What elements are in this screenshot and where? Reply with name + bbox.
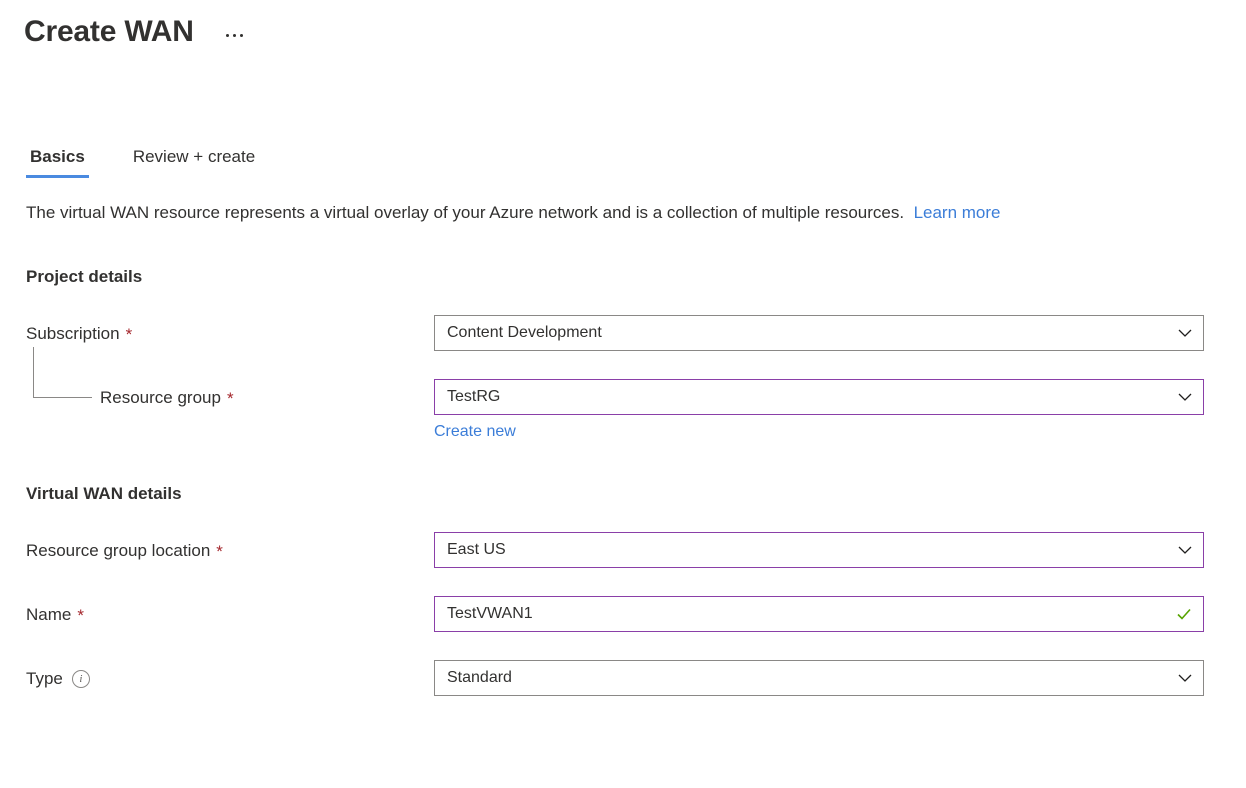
resource-group-location-row: Resource group location * East US [26, 532, 1246, 568]
resource-group-label: Resource group * [26, 379, 434, 409]
resource-group-location-value: East US [447, 541, 506, 558]
info-icon[interactable]: i [71, 670, 90, 688]
subscription-label-text: Subscription [26, 324, 120, 343]
ellipsis-dot [225, 33, 229, 37]
type-value: Standard [447, 669, 512, 686]
subscription-label: Subscription * [26, 315, 434, 345]
resource-group-location-label: Resource group location * [26, 532, 434, 562]
create-new-link[interactable]: Create new [434, 423, 516, 440]
resource-group-location-label-text: Resource group location [26, 541, 211, 560]
chevron-down-icon [1177, 325, 1193, 341]
name-label: Name * [26, 596, 434, 626]
check-icon [1175, 605, 1193, 623]
tab-basics[interactable]: Basics [26, 146, 89, 178]
type-row: Type i Standard [26, 660, 1246, 696]
chevron-down-icon [1177, 670, 1193, 686]
type-dropdown[interactable]: Standard [434, 660, 1204, 696]
chevron-down-icon [1177, 542, 1193, 558]
ellipsis-dot [232, 33, 236, 37]
resource-group-control-wrap: TestRG Create new [434, 379, 1204, 442]
virtual-wan-details-heading: Virtual WAN details [26, 484, 182, 503]
resource-group-value: TestRG [447, 388, 501, 405]
subscription-control-wrap: Content Development [434, 315, 1204, 351]
type-label: Type i [26, 660, 434, 690]
resource-group-location-dropdown[interactable]: East US [434, 532, 1204, 568]
type-control-wrap: Standard [434, 660, 1204, 696]
chevron-down-icon [1177, 389, 1193, 405]
type-label-text: Type [26, 669, 63, 688]
ellipsis-dot [239, 33, 243, 37]
subscription-value: Content Development [447, 324, 602, 341]
resource-group-dropdown[interactable]: TestRG [434, 379, 1204, 415]
form-description: The virtual WAN resource represents a vi… [26, 198, 1186, 227]
location-control-wrap: East US [434, 532, 1204, 568]
tab-strip: Basics Review + create [0, 138, 1246, 178]
resource-group-label-text: Resource group [100, 388, 221, 407]
resource-group-row: Resource group * TestRG Create new [26, 347, 1246, 442]
create-new-resource-group-wrap: Create new [434, 422, 1204, 442]
required-indicator: * [216, 541, 223, 561]
name-input[interactable]: TestVWAN1 [434, 596, 1204, 632]
required-indicator: * [77, 605, 84, 625]
required-indicator: * [125, 324, 133, 344]
more-options-button[interactable] [224, 30, 245, 41]
page-header: Create WAN [0, 0, 1246, 56]
description-text: The virtual WAN resource represents a vi… [26, 203, 905, 222]
project-details-heading: Project details [26, 267, 143, 286]
tab-review-create[interactable]: Review + create [129, 146, 259, 178]
page-title: Create WAN [24, 15, 194, 48]
subscription-dropdown[interactable]: Content Development [434, 315, 1204, 351]
required-indicator: * [226, 388, 234, 408]
name-value: TestVWAN1 [447, 605, 533, 622]
subscription-row: Subscription * Content Development [26, 315, 1246, 351]
name-control-wrap: TestVWAN1 [434, 596, 1204, 632]
name-label-text: Name [26, 605, 72, 624]
name-row: Name * TestVWAN1 [26, 596, 1246, 632]
learn-more-link[interactable]: Learn more [914, 203, 1001, 222]
